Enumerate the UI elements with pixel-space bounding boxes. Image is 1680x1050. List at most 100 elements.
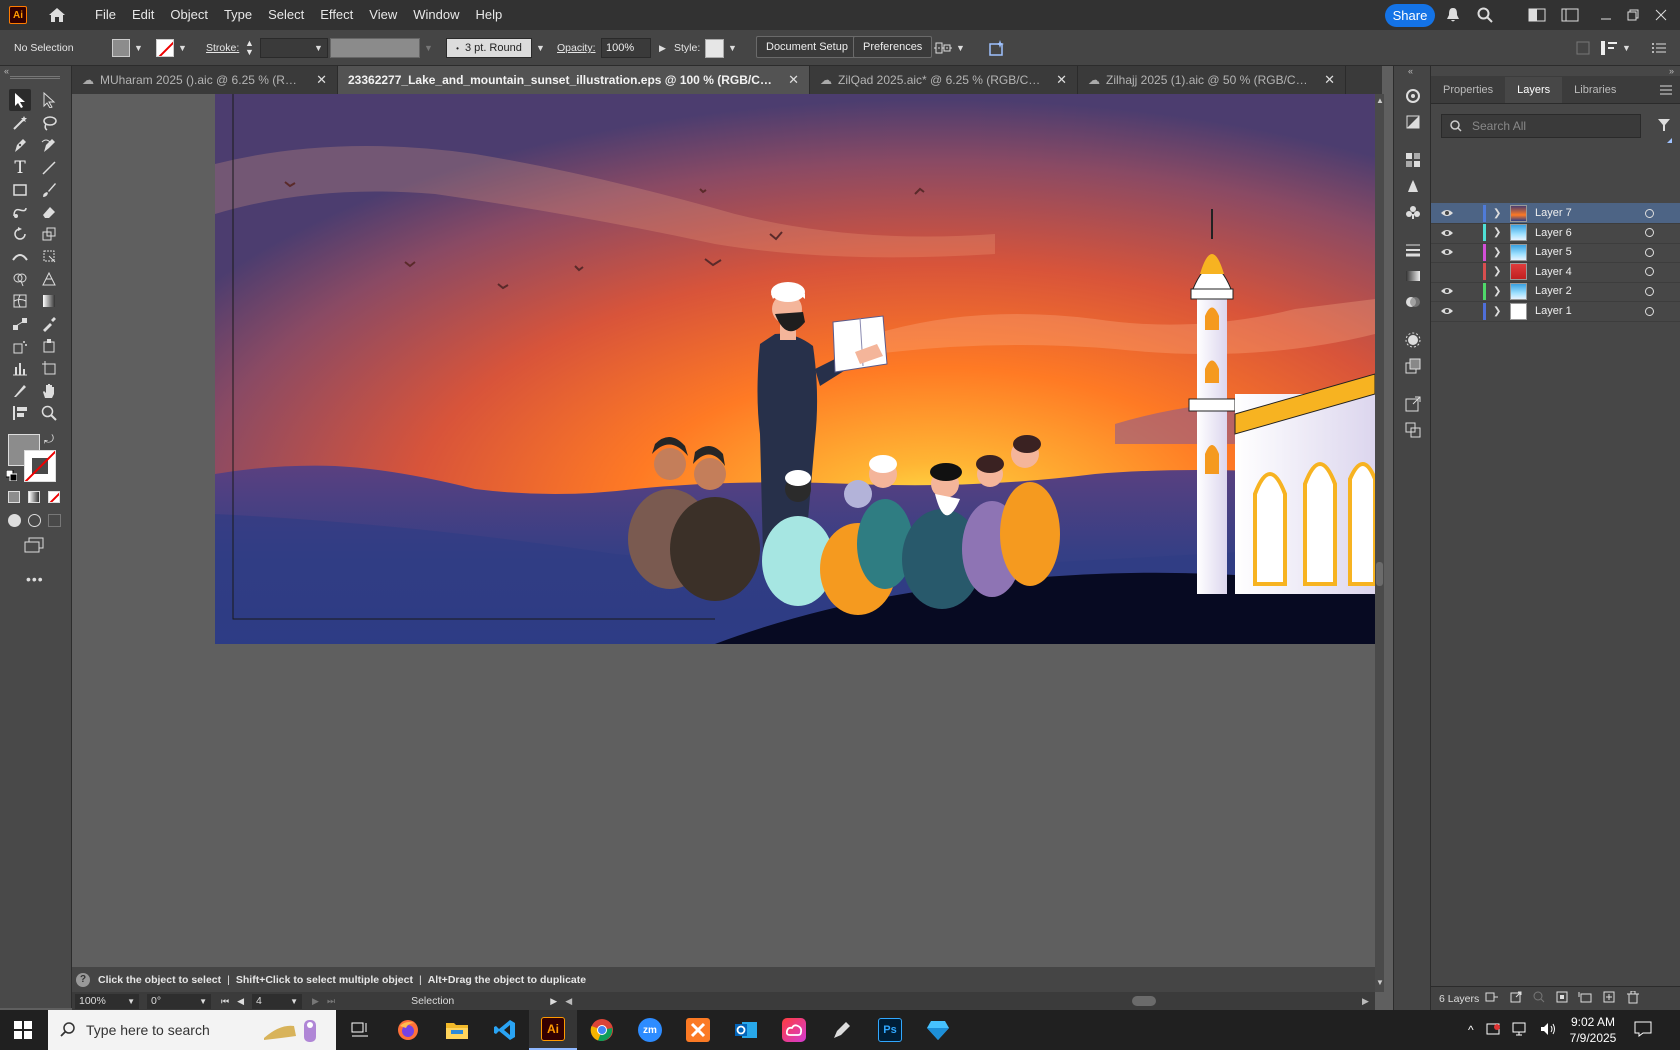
meet-now-icon[interactable] (1486, 1022, 1502, 1039)
scrollbar-thumb[interactable] (1376, 562, 1383, 586)
previous-artboard-icon[interactable]: ◀ (237, 996, 244, 1007)
width-tool-icon[interactable] (9, 245, 31, 267)
horizontal-scrollbar-thumb[interactable] (1132, 996, 1156, 1006)
photoshop-icon[interactable]: Ps (866, 1010, 914, 1050)
target-circle-icon[interactable] (1645, 267, 1654, 277)
clock[interactable]: 9:02 AM 7/9/2025 (1570, 1014, 1617, 1046)
gradient-tool-icon[interactable] (38, 290, 60, 312)
menu-window[interactable]: Window (405, 0, 467, 30)
restore-icon[interactable] (1624, 6, 1642, 24)
expand-chevron-icon[interactable]: ❯ (1493, 247, 1501, 258)
chrome-icon[interactable] (578, 1010, 626, 1050)
target-circle-icon[interactable] (1645, 228, 1654, 238)
workspace-icon[interactable] (1561, 6, 1579, 24)
panel-menu-icon[interactable] (1660, 77, 1672, 103)
share-button[interactable]: Share (1385, 4, 1435, 27)
close-tab-icon[interactable]: ✕ (788, 72, 799, 88)
chevron-down-icon[interactable]: ▼ (134, 43, 143, 53)
document-setup-button[interactable]: Document Setup (756, 36, 858, 58)
menu-type[interactable]: Type (216, 0, 260, 30)
gradient-panel-icon[interactable] (1403, 266, 1423, 286)
volume-icon[interactable] (1540, 1022, 1558, 1039)
export-selection-icon[interactable] (1510, 991, 1522, 1006)
collapse-icon[interactable]: » (1669, 66, 1674, 76)
taskbar-search-input[interactable]: Type here to search (48, 1010, 336, 1050)
paintbrush-tool-icon[interactable] (38, 179, 60, 201)
last-artboard-icon[interactable]: ⏭ (327, 996, 335, 1007)
visibility-eye-icon[interactable] (1440, 304, 1454, 318)
firefox-icon[interactable] (384, 1010, 432, 1050)
stroke-weight-stepper[interactable]: ▲ ▼ ▼ (245, 38, 328, 58)
zoom-app-icon[interactable]: zm (626, 1010, 674, 1050)
visibility-eye-icon[interactable] (1440, 226, 1454, 240)
chevron-down-icon[interactable]: ▼ (728, 43, 737, 53)
minimize-icon[interactable] (1597, 6, 1615, 24)
swap-colors-icon[interactable]: ⤾ (44, 432, 54, 447)
live-paint-tool-icon[interactable] (38, 335, 60, 357)
type-tool-icon[interactable]: T (9, 157, 31, 179)
chevron-right-icon[interactable]: ▶ (659, 43, 666, 54)
first-artboard-icon[interactable]: ⏮ (221, 996, 229, 1007)
layer-name[interactable]: Layer 5 (1535, 246, 1572, 258)
chevron-down-icon[interactable]: ▼ (290, 997, 298, 1006)
stroke-color[interactable]: ▼ (156, 38, 187, 58)
artboard-field[interactable]: 4 ▼ (252, 993, 303, 1009)
layer-name[interactable]: Layer 1 (1535, 305, 1572, 317)
target-circle-icon[interactable] (1645, 306, 1654, 316)
filter-icon[interactable] (1657, 118, 1671, 135)
symbols-icon[interactable] (1403, 202, 1423, 222)
creative-cloud-icon[interactable] (770, 1010, 818, 1050)
layer-name[interactable]: Layer 7 (1535, 207, 1572, 219)
print-tiling-tool-icon[interactable] (9, 402, 31, 424)
tab-zilhajj[interactable]: ☁ Zilhajj 2025 (1).aic @ 50 % (RGB/CPU P… (1078, 66, 1346, 94)
outlook-icon[interactable] (722, 1010, 770, 1050)
layer-row[interactable]: ❯ Layer 1 (1431, 301, 1680, 322)
draw-behind-icon[interactable] (28, 514, 41, 527)
layer-name[interactable]: Layer 2 (1535, 285, 1572, 297)
home-icon[interactable] (47, 6, 67, 24)
slice-tool-icon[interactable] (9, 380, 31, 402)
align-icon[interactable]: ▼ (934, 38, 965, 58)
expand-chevron-icon[interactable]: ❯ (1493, 208, 1501, 219)
locate-object-icon[interactable] (1485, 991, 1499, 1006)
layers-search-input[interactable]: Search All (1441, 114, 1641, 138)
menu-view[interactable]: View (361, 0, 405, 30)
scroll-up-icon[interactable]: ▲ (1376, 96, 1384, 105)
artwork-illustration[interactable] (215, 94, 1375, 644)
menu-lines-icon[interactable] (1652, 38, 1666, 58)
tab-properties[interactable]: Properties (1431, 77, 1505, 103)
collapse-icon[interactable]: « (1408, 66, 1413, 76)
draw-normal-icon[interactable] (8, 514, 21, 527)
close-tab-icon[interactable]: ✕ (1056, 72, 1067, 88)
layer-row[interactable]: ❯ Layer 7 (1431, 203, 1680, 224)
xampp-icon[interactable] (674, 1010, 722, 1050)
expand-chevron-icon[interactable]: ❯ (1493, 227, 1501, 238)
tab-libraries[interactable]: Libraries (1562, 77, 1628, 103)
layer-row[interactable]: ❯ Layer 5 (1431, 242, 1680, 264)
appearance-icon[interactable] (1403, 330, 1423, 350)
chevron-down-icon[interactable]: ▼ (536, 43, 545, 53)
canvas-area[interactable] (72, 94, 1375, 967)
default-colors-icon[interactable] (5, 469, 18, 482)
opacity-value[interactable]: 100% (601, 38, 651, 58)
menu-object[interactable]: Object (162, 0, 216, 30)
brush-definition[interactable]: • 3 pt. Round ▼ (446, 38, 545, 58)
perspective-grid-tool-icon[interactable] (38, 268, 60, 290)
chevron-down-icon[interactable]: ▼ (127, 997, 135, 1006)
layer-row[interactable]: ❯ Layer 6 (1431, 223, 1680, 244)
visibility-eye-icon[interactable] (1440, 245, 1454, 259)
collapse-icon[interactable]: « (4, 66, 9, 76)
file-explorer-icon[interactable] (433, 1010, 481, 1050)
illustrator-logo[interactable]: Ai (9, 6, 27, 24)
free-transform-tool-icon[interactable] (38, 245, 60, 267)
graphic-style[interactable]: ▼ (705, 38, 737, 58)
more-tools-icon[interactable]: ••• (26, 571, 44, 587)
color-guide-icon[interactable] (1403, 86, 1423, 106)
selection-tool-icon[interactable] (9, 89, 31, 111)
visibility-eye-icon[interactable] (1440, 284, 1454, 298)
scroll-right-icon[interactable]: ▶ (1362, 996, 1369, 1007)
visibility-eye-icon[interactable] (1440, 206, 1454, 220)
vscode-icon[interactable] (481, 1010, 529, 1050)
pen-tool-icon[interactable] (9, 134, 31, 156)
shaper-tool-icon[interactable] (9, 201, 31, 223)
